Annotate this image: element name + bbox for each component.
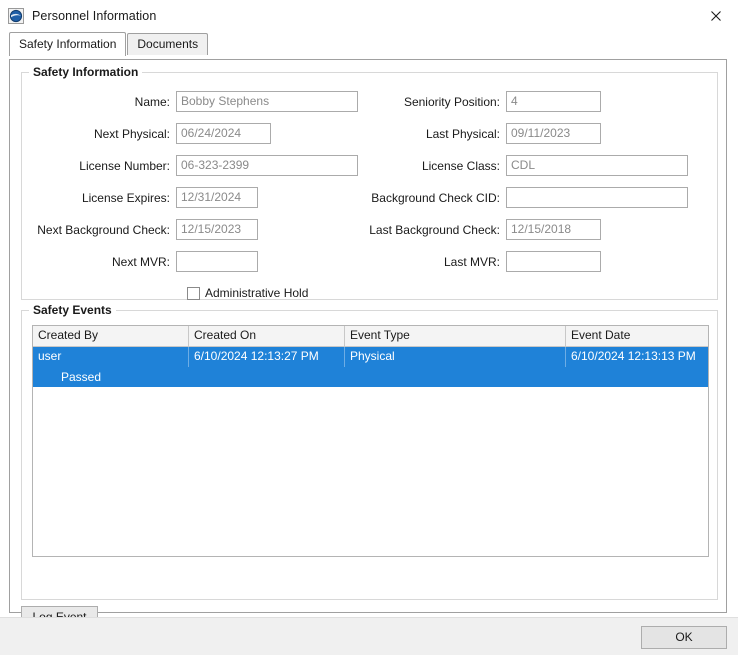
tab-strip: Safety Information Documents [9,32,738,56]
tab-documents-label: Documents [137,37,199,51]
tab-safety-information[interactable]: Safety Information [9,32,127,56]
safety-information-group: Safety Information Name: Bobby Stephens … [21,65,718,300]
tab-safety-information-label: Safety Information [19,37,117,51]
field-row-background-check-cid: Background Check CID: [314,187,688,208]
app-globe-icon [8,7,24,24]
label-seniority-position: Seniority Position: [403,94,500,109]
label-license-number: License Number: [79,158,170,173]
field-row-license-class: License Class: CDL [314,155,688,176]
label-license-class: License Class: [421,158,500,173]
administrative-hold-label: Administrative Hold [205,286,309,300]
cell-created-by: user [33,347,189,367]
label-next-mvr: Next MVR: [111,254,170,269]
field-row-next-mvr: Next MVR: [22,251,258,272]
label-background-check-cid: Background Check CID: [371,190,500,205]
label-last-mvr: Last MVR: [443,254,500,269]
label-license-expires: License Expires: [81,190,170,205]
column-header-created-on[interactable]: Created On [189,326,345,346]
column-header-event-date[interactable]: Event Date [566,326,708,346]
close-icon[interactable] [693,0,738,31]
safety-events-grid[interactable]: Created By Created On Event Type Event D… [32,325,709,557]
input-license-expires[interactable]: 12/31/2024 [176,187,258,208]
field-row-name: Name: Bobby Stephens [22,91,358,112]
tab-documents[interactable]: Documents [127,33,209,55]
input-next-physical[interactable]: 06/24/2024 [176,123,271,144]
cell-event-date: 6/10/2024 12:13:13 PM [571,349,696,363]
safety-events-group: Safety Events Created By Created On Even… [21,303,718,600]
label-next-background-check: Next Background Check: [37,222,170,237]
cell-created-on: 6/10/2024 12:13:27 PM [189,347,345,367]
input-next-mvr[interactable] [176,251,258,272]
window-title: Personnel Information [32,8,157,23]
title-bar: Personnel Information [0,0,738,32]
column-header-created-by[interactable]: Created By [33,326,189,346]
input-next-background-check[interactable]: 12/15/2023 [176,219,258,240]
field-row-next-physical: Next Physical: 06/24/2024 [22,123,271,144]
column-header-event-type[interactable]: Event Type [345,326,566,346]
label-name: Name: [134,94,170,109]
tab-page-safety-information: Safety Information Name: Bobby Stephens … [9,59,727,629]
dialog-footer: OK [0,617,738,655]
label-last-physical: Last Physical: [425,126,500,141]
field-row-license-expires: License Expires: 12/31/2024 [22,187,258,208]
safety-information-group-title: Safety Information [29,65,143,79]
ok-button[interactable]: OK [641,626,727,649]
field-row-next-background-check: Next Background Check: 12/15/2023 [22,219,258,240]
input-last-mvr[interactable] [506,251,601,272]
grid-header-row: Created By Created On Event Type Event D… [33,326,708,347]
safety-events-group-title: Safety Events [29,303,116,317]
field-row-last-physical: Last Physical: 09/11/2023 [314,123,601,144]
input-background-check-cid[interactable] [506,187,688,208]
administrative-hold-checkbox[interactable] [187,286,200,300]
field-row-last-background-check: Last Background Check: 12/15/2018 [314,219,601,240]
input-license-class[interactable]: CDL [506,155,688,176]
field-row-seniority-position: Seniority Position: 4 [314,91,601,112]
label-last-background-check: Last Background Check: [369,222,500,237]
input-last-physical[interactable]: 09/11/2023 [506,123,601,144]
table-row[interactable]: user 6/10/2024 12:13:27 PM Physical 6/10… [33,347,708,367]
administrative-hold-row[interactable]: Administrative Hold [187,286,308,300]
input-last-background-check[interactable]: 12/15/2018 [506,219,601,240]
cell-event-type: Physical [345,347,566,367]
field-row-last-mvr: Last MVR: [314,251,601,272]
input-seniority-position[interactable]: 4 [506,91,601,112]
table-row-detail[interactable]: Passed [33,367,708,387]
field-row-license-number: License Number: 06-323-2399 [22,155,358,176]
label-next-physical: Next Physical: [93,126,170,141]
